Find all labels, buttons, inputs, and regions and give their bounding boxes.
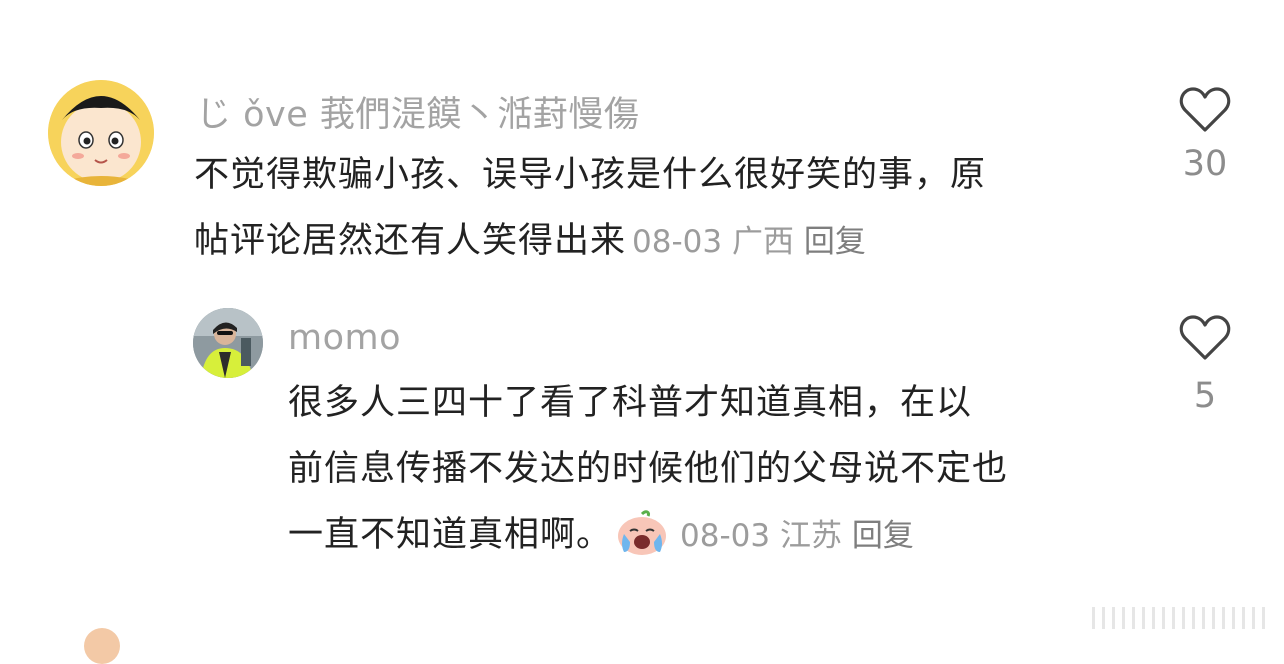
reply-button[interactable]: 回复 [852,518,914,554]
heart-outline-icon[interactable] [1179,86,1231,134]
reply-location: 江苏 [779,518,842,554]
like-count: 5 [1193,376,1217,416]
reply-line: 前信息传播不发达的时候他们的父母说不定也 [288,449,1009,489]
reply-line: 很多人三四十了看了科普才知道真相，在以 [288,383,973,423]
comment-meta: 08-03 广西 回复 [632,224,866,260]
like-button[interactable]: 30 [1170,86,1240,184]
avatar[interactable] [193,308,263,378]
reply-line: 一直不知道真相啊。 08-03 江苏 回复 [288,502,1148,578]
reply-item: momo 很多人三四十了看了科普才知道真相，在以 前信息传播不发达的时候他们的父… [0,290,1284,580]
watermark [1092,607,1272,629]
reply-text: 很多人三四十了看了科普才知道真相，在以 前信息传播不发达的时候他们的父母说不定也… [288,370,1148,578]
reply-meta: 08-03 江苏 回复 [680,518,914,554]
like-count: 30 [1182,144,1228,184]
comment-line: 不觉得欺骗小孩、误导小孩是什么很好笑的事，原 [194,155,987,195]
reply-username[interactable]: momo [288,318,401,358]
reply-button[interactable]: 回复 [804,224,866,260]
comment-username[interactable]: じ ǒve 莪們湜饃丶湉葑慢傷 [196,86,639,137]
avatar[interactable] [48,80,154,186]
like-button[interactable]: 5 [1170,314,1240,416]
comment-line: 帖评论居然还有人笑得出来 08-03 广西 回复 [194,221,866,261]
heart-outline-icon[interactable] [1179,314,1231,362]
photo-avatar-icon [193,308,263,378]
comment-location: 广西 [731,224,794,260]
reply-date: 08-03 [680,518,771,554]
comment-date: 08-03 [632,224,723,260]
cartoon-avatar-icon [48,80,154,186]
next-comment-avatar[interactable] [84,628,120,664]
comment-text: 不觉得欺骗小孩、误导小孩是什么很好笑的事，原 帖评论居然还有人笑得出来 08-03… [194,142,1154,275]
comment-item: じ ǒve 莪們湜饃丶湉葑慢傷 不觉得欺骗小孩、误导小孩是什么很好笑的事，原 帖… [0,0,1284,280]
crying-face-emoji-icon [616,510,668,578]
